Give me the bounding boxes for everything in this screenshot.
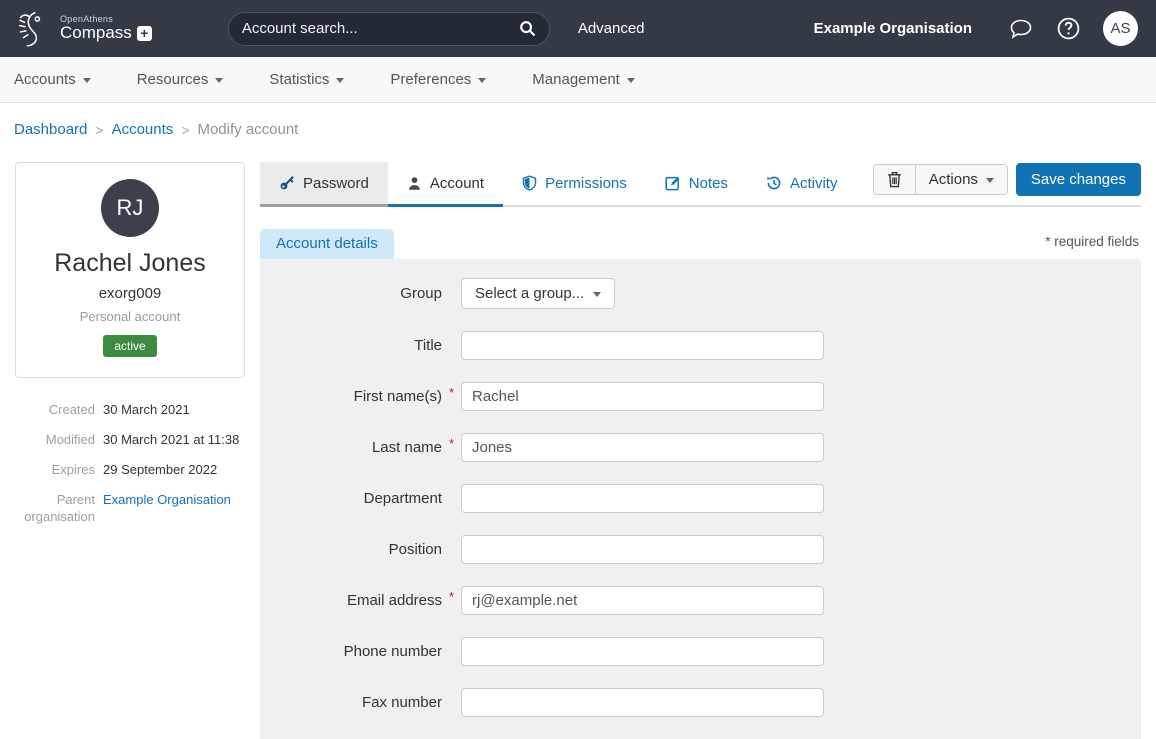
delete-account-button[interactable] [874, 165, 916, 194]
form-row-group: Group Select a group... [260, 278, 1141, 309]
profile-account-type: Personal account [24, 309, 236, 324]
group-select[interactable]: Select a group... [461, 278, 615, 309]
breadcrumb-separator: > [181, 122, 189, 138]
meta-row-parent-organisation: Parent organisation Example Organisation [15, 492, 245, 526]
user-avatar[interactable]: AS [1103, 11, 1138, 46]
plus-box-icon: + [137, 26, 152, 41]
form-row-title: Title [260, 331, 1141, 360]
required-marker: * [449, 589, 454, 604]
required-marker: * [449, 385, 454, 400]
tab-password[interactable]: Password [260, 162, 388, 207]
email-input[interactable] [461, 586, 824, 615]
chevron-down-icon [593, 292, 601, 297]
profile-username: exorg009 [24, 285, 236, 302]
form-row-position: Position [260, 535, 1141, 564]
actions-button[interactable]: Actions [916, 165, 1007, 194]
nav-statistics[interactable]: Statistics [269, 71, 344, 88]
person-icon [407, 176, 422, 191]
search-button[interactable] [519, 20, 536, 37]
account-meta-list: Created 30 March 2021 Modified 30 March … [15, 402, 245, 525]
help-icon [1056, 16, 1081, 41]
account-details-panel: Group Select a group... Title First name… [260, 259, 1141, 739]
fax-label: Fax number [260, 694, 442, 711]
account-toolbar: Actions Save changes [873, 163, 1141, 196]
phone-input[interactable] [461, 637, 824, 666]
chevron-down-icon [986, 178, 994, 183]
position-label: Position [260, 541, 442, 558]
save-changes-button[interactable]: Save changes [1016, 163, 1141, 196]
title-input[interactable] [461, 331, 824, 360]
first-name-input[interactable] [461, 382, 824, 411]
fax-input[interactable] [461, 688, 824, 717]
current-organisation-label: Example Organisation [814, 20, 972, 37]
account-search-box [228, 12, 550, 46]
email-label: Email address * [260, 592, 442, 609]
required-fields-note: * required fields [1045, 234, 1141, 249]
tab-activity[interactable]: Activity [747, 162, 857, 207]
position-input[interactable] [461, 535, 824, 564]
shield-icon [522, 175, 537, 191]
tab-notes[interactable]: Notes [646, 162, 747, 207]
chevron-down-icon [215, 78, 223, 83]
history-icon [766, 175, 782, 191]
form-row-phone: Phone number [260, 637, 1141, 666]
meta-row-created: Created 30 March 2021 [15, 402, 245, 419]
breadcrumb-dashboard[interactable]: Dashboard [14, 121, 87, 138]
phone-label: Phone number [260, 643, 442, 660]
trash-icon [887, 171, 902, 188]
form-row-email: Email address * [260, 586, 1141, 615]
parent-organisation-link[interactable]: Example Organisation [103, 492, 231, 507]
openathens-logo-icon [14, 8, 54, 50]
main-navbar: Accounts Resources Statistics Preference… [0, 57, 1156, 103]
chat-button[interactable] [1008, 17, 1034, 41]
nav-resources[interactable]: Resources [137, 71, 224, 88]
brand-logo[interactable]: OpenAthens Compass + [14, 8, 152, 50]
breadcrumb-current: Modify account [197, 121, 298, 138]
nav-management[interactable]: Management [532, 71, 635, 88]
advanced-search-link[interactable]: Advanced [578, 20, 645, 37]
chevron-down-icon [627, 78, 635, 83]
chat-bubble-icon [1008, 17, 1034, 41]
nav-preferences[interactable]: Preferences [390, 71, 486, 88]
profile-avatar: RJ [101, 179, 159, 237]
key-icon [279, 175, 295, 191]
profile-card: RJ Rachel Jones exorg009 Personal accoun… [15, 162, 245, 378]
group-label: Group [260, 285, 442, 302]
chevron-down-icon [83, 78, 91, 83]
help-button[interactable] [1056, 16, 1081, 41]
breadcrumb-separator: > [95, 122, 103, 138]
chevron-down-icon [478, 78, 486, 83]
chevron-down-icon [336, 78, 344, 83]
nav-accounts[interactable]: Accounts [14, 71, 91, 88]
search-icon [519, 20, 536, 37]
profile-name: Rachel Jones [24, 249, 236, 278]
last-name-label: Last name * [260, 439, 442, 456]
top-header-bar: OpenAthens Compass + Advanced Example Or… [0, 0, 1156, 57]
form-row-last-name: Last name * [260, 433, 1141, 462]
tab-permissions[interactable]: Permissions [503, 162, 646, 207]
form-row-first-name: First name(s) * [260, 382, 1141, 411]
last-name-input[interactable] [461, 433, 824, 462]
search-input[interactable] [242, 20, 519, 37]
tab-account[interactable]: Account [388, 162, 503, 207]
required-marker: * [449, 436, 454, 451]
account-tabs: Password Account Permiss [260, 162, 1141, 207]
department-input[interactable] [461, 484, 824, 513]
meta-row-expires: Expires 29 September 2022 [15, 462, 245, 479]
breadcrumb: Dashboard > Accounts > Modify account [0, 103, 1156, 138]
title-label: Title [260, 337, 442, 354]
department-label: Department [260, 490, 442, 507]
meta-row-modified: Modified 30 March 2021 at 11:38 [15, 432, 245, 449]
tab-account-details[interactable]: Account details [260, 229, 394, 259]
edit-note-icon [665, 175, 681, 191]
breadcrumb-accounts[interactable]: Accounts [112, 121, 174, 138]
form-row-fax: Fax number [260, 688, 1141, 717]
status-badge: active [103, 335, 156, 357]
form-row-department: Department [260, 484, 1141, 513]
brand-name-label: Compass [60, 24, 132, 42]
first-name-label: First name(s) * [260, 388, 442, 405]
